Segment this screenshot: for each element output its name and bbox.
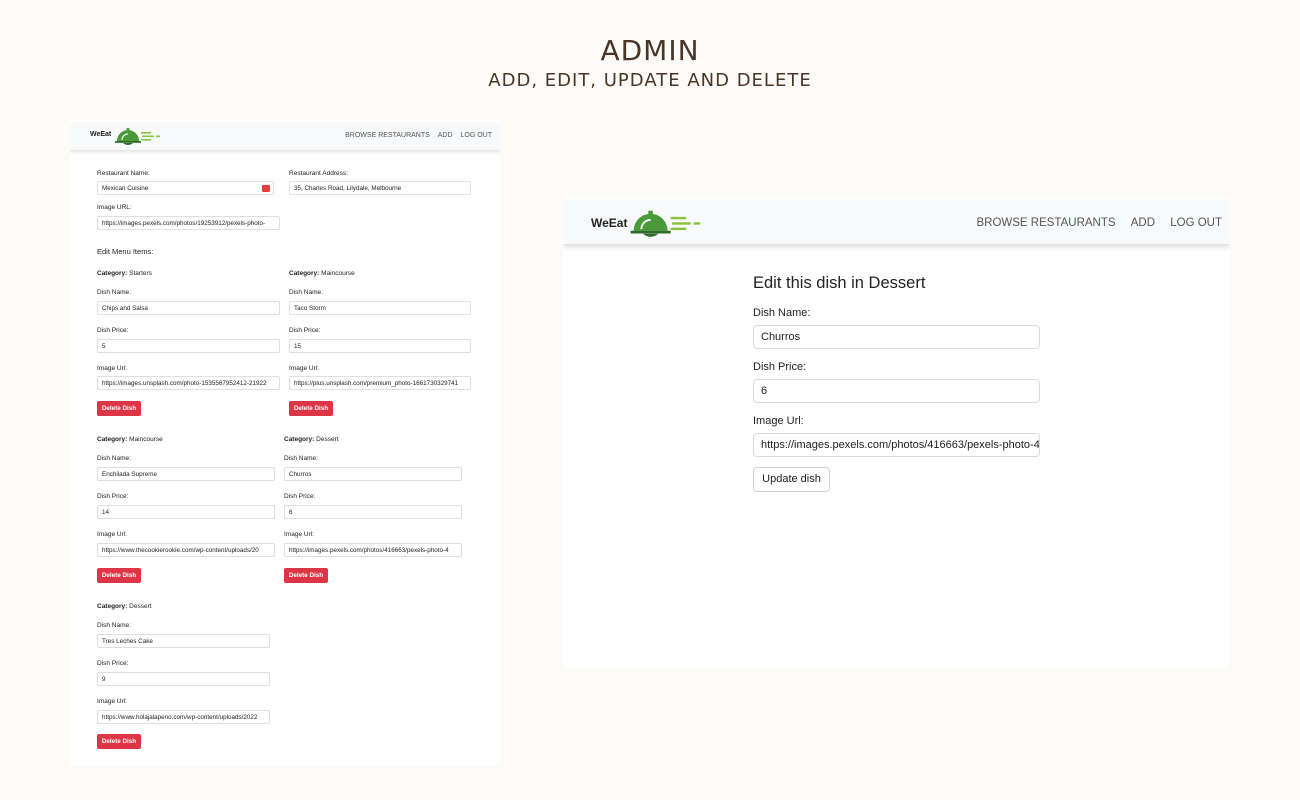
dish-price-label: Dish Price:: [97, 327, 129, 334]
delete-dish-button[interactable]: Delete Dish: [97, 568, 141, 583]
dish-image-url-input[interactable]: https://plus.unsplash.com/premium_photo-…: [289, 376, 471, 390]
dish-price-input[interactable]: 14: [97, 505, 275, 519]
dish-price-input[interactable]: 6: [284, 505, 462, 519]
dish-name-input[interactable]: Taco Storm: [289, 301, 471, 315]
category-label: Category:: [97, 603, 128, 610]
dish-price-input[interactable]: 15: [289, 339, 471, 353]
category-value: Maincourse: [129, 436, 163, 443]
dish-image-url-label: Image Url:: [97, 698, 127, 705]
weeat-logo-icon: [115, 128, 160, 145]
dish-name-input[interactable]: Churros: [284, 467, 462, 481]
dish-name-input[interactable]: Tres Leches Cake: [97, 634, 270, 648]
edit-menu-items-heading: Edit Menu Items:: [97, 247, 154, 256]
dish-price-input[interactable]: 5: [97, 339, 280, 353]
image-url-label: Image URL:: [97, 204, 132, 211]
dish-name-input[interactable]: Chips and Salsa: [97, 301, 280, 315]
category-value: Dessert: [316, 436, 339, 443]
dish-image-url-label: Image Url:: [97, 531, 127, 538]
dish-image-url-input[interactable]: https://images.pexels.com/photos/416663/…: [284, 543, 462, 557]
image-url-input[interactable]: https://images.pexels.com/photos/416663/…: [753, 433, 1040, 457]
admin-edit-restaurant-screenshot: WeEat BROWSE RESTAURANTS ADD LOG OUT Res…: [70, 120, 500, 766]
dish-image-url-label: Image Url:: [284, 531, 314, 538]
delete-dish-button[interactable]: Delete Dish: [289, 401, 333, 416]
category-value: Dessert: [129, 603, 152, 610]
nav-browse-restaurants[interactable]: BROWSE RESTAURANTS: [976, 217, 1115, 229]
category-label: Category:: [284, 436, 315, 443]
restaurant-name-input[interactable]: Mexican Cuisine: [97, 181, 274, 195]
restaurant-address-label: Restaurant Address:: [289, 170, 348, 177]
category-label: Category:: [97, 436, 128, 443]
nav-log-out[interactable]: LOG OUT: [1170, 217, 1222, 229]
dish-category: Category: Starters: [97, 270, 152, 277]
dish-name-label: Dish Name:: [97, 289, 131, 296]
dish-category: Category: Dessert: [284, 436, 339, 443]
dish-category: Category: Dessert: [97, 603, 152, 610]
dish-name-label: Dish Name:: [284, 455, 318, 462]
dish-name-input[interactable]: Churros: [753, 325, 1040, 349]
navbar: WeEat BROWSE RESTAURANTS ADD LOG OUT: [563, 200, 1230, 244]
dish-image-url-label: Image Url:: [289, 365, 319, 372]
dish-price-input[interactable]: 9: [97, 672, 270, 686]
weeat-logo-icon: [630, 210, 700, 237]
update-dish-button[interactable]: Update dish: [753, 467, 830, 492]
restaurant-name-value: Mexican Cuisine: [102, 185, 149, 192]
dish-price-label: Dish Price:: [284, 493, 316, 500]
admin-edit-dish-screenshot: WeEat BROWSE RESTAURANTS ADD LOG OUT Edi…: [563, 198, 1230, 668]
hero-subtitle: ADD, EDIT, UPDATE AND DELETE: [488, 70, 812, 91]
dish-name-label: Dish Name:: [289, 289, 323, 296]
dish-price-label: Dish Price:: [97, 660, 129, 667]
navbar: WeEat BROWSE RESTAURANTS ADD LOG OUT: [70, 122, 500, 150]
category-value: Maincourse: [321, 270, 355, 277]
nav-add[interactable]: ADD: [438, 132, 453, 139]
dish-name-label: Dish Name:: [97, 455, 131, 462]
image-url-label: Image Url:: [753, 415, 804, 427]
category-label: Category:: [289, 270, 320, 277]
nav-log-out[interactable]: LOG OUT: [460, 132, 492, 139]
dish-category: Category: Maincourse: [289, 270, 355, 277]
category-label: Category:: [97, 270, 128, 277]
restaurant-image-url-input[interactable]: https://images.pexels.com/photos/1925391…: [97, 216, 280, 230]
dish-price-label: Dish Price:: [97, 493, 129, 500]
restaurant-name-label: Restaurant Name:: [97, 170, 150, 177]
delete-dish-button[interactable]: Delete Dish: [97, 734, 141, 749]
dish-name-label: Dish Name:: [753, 307, 811, 319]
dish-name-label: Dish Name:: [97, 622, 131, 629]
brand-name[interactable]: WeEat: [591, 216, 627, 230]
dish-image-url-input[interactable]: https://www.holajalapeno.com/wp-content/…: [97, 710, 270, 724]
nav-add[interactable]: ADD: [1131, 217, 1155, 229]
dish-name-input[interactable]: Enchilada Supreme: [97, 467, 275, 481]
dish-price-label: Dish Price:: [289, 327, 321, 334]
edit-dish-title: Edit this dish in Dessert: [753, 274, 926, 292]
dish-price-label: Dish Price:: [753, 361, 807, 373]
dish-category: Category: Maincourse: [97, 436, 163, 443]
dish-image-url-input[interactable]: https://images.unsplash.com/photo-153556…: [97, 376, 280, 390]
dish-image-url-input[interactable]: https://www.thecookierookie.com/wp-conte…: [97, 543, 275, 557]
brand-name[interactable]: WeEat: [90, 131, 111, 138]
nav-browse-restaurants[interactable]: BROWSE RESTAURANTS: [345, 132, 430, 139]
password-manager-icon[interactable]: [262, 185, 270, 192]
category-value: Starters: [129, 270, 152, 277]
dish-price-input[interactable]: 6: [753, 379, 1040, 403]
delete-dish-button[interactable]: Delete Dish: [284, 568, 328, 583]
delete-dish-button[interactable]: Delete Dish: [97, 401, 141, 416]
dish-image-url-label: Image Url:: [97, 365, 127, 372]
restaurant-address-input[interactable]: 35, Charles Road, Lilydale, Melbourne: [289, 181, 471, 195]
hero-title: ADMIN: [600, 34, 700, 67]
